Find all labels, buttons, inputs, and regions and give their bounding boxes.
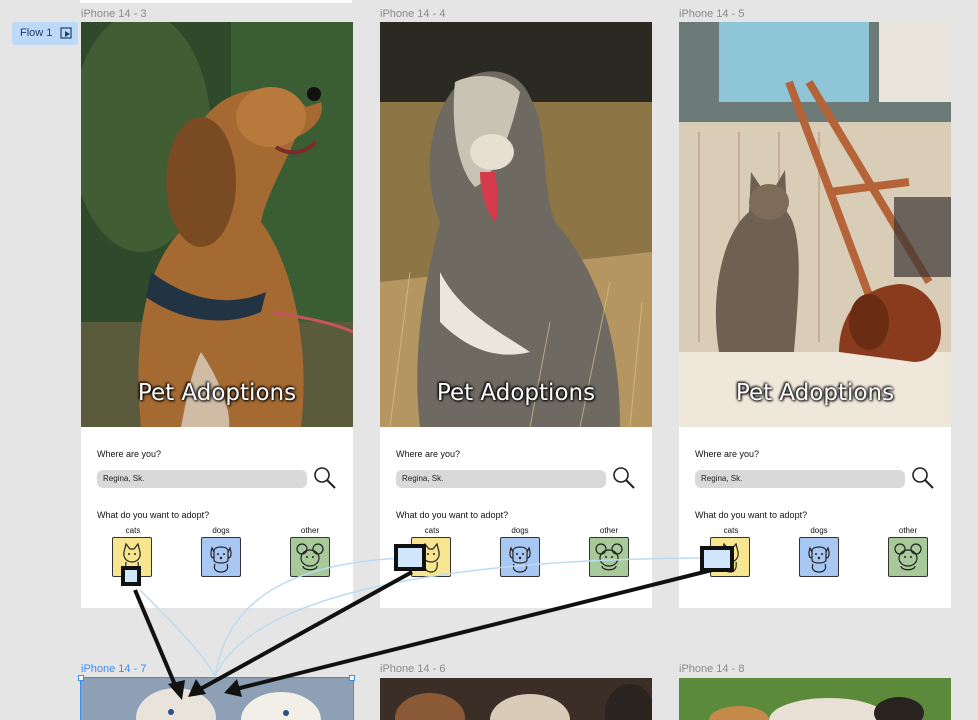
connection-hotspot[interactable] <box>121 566 141 586</box>
prototype-connections <box>133 557 713 700</box>
connection-hotspot[interactable] <box>394 544 426 571</box>
connection-hotspot[interactable] <box>700 546 734 572</box>
